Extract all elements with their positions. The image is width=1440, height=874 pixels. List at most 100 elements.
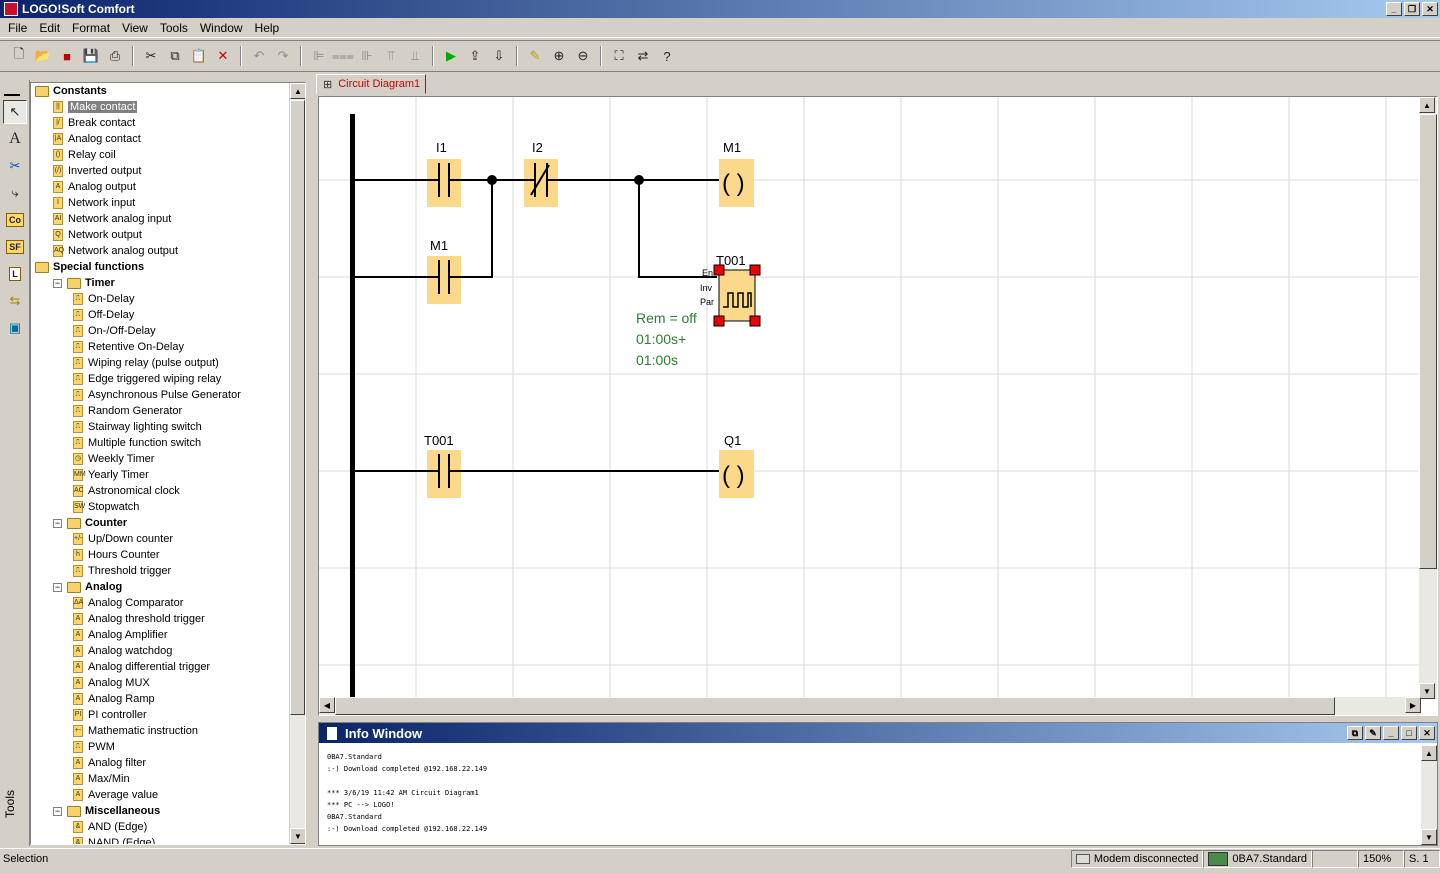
align-left-icon[interactable]: ⊫ — [308, 45, 330, 67]
open-icon[interactable]: 📂 — [32, 45, 54, 67]
close-file-icon[interactable]: ■ — [56, 45, 78, 67]
undo-icon[interactable]: ↶ — [248, 45, 270, 67]
tree-item[interactable]: ⎍ Asynchronous Pulse Generator — [31, 387, 291, 403]
print-icon[interactable]: ⎙ — [104, 45, 126, 67]
contact-t001[interactable]: T001 — [424, 433, 461, 498]
menu-edit[interactable]: Edit — [33, 21, 66, 35]
scroll-down-arrow[interactable]: ▼ — [1419, 683, 1435, 699]
scroll-thumb[interactable] — [335, 697, 1335, 715]
align-right-icon[interactable]: ⊪ — [356, 45, 378, 67]
tree-item[interactable]: ⎍ Retentive On-Delay — [31, 339, 291, 355]
tree-item[interactable]: || Make contact — [31, 99, 291, 115]
scroll-up-arrow[interactable]: ▲ — [290, 83, 305, 99]
close-button[interactable]: ✕ — [1419, 726, 1435, 740]
scroll-left-arrow[interactable]: ◀ — [319, 697, 335, 713]
save-icon[interactable]: 💾 — [80, 45, 102, 67]
circuit-diagram-canvas[interactable]: I1 I2 ( ) M1 M1 T001 En Inv Par Rem = of… — [318, 96, 1438, 716]
tree-folder[interactable]: − Miscellaneous — [31, 803, 291, 819]
tree-expander-icon[interactable]: − — [53, 806, 62, 816]
menu-window[interactable]: Window — [194, 21, 249, 35]
tree-item[interactable]: ⎍ Multiple function switch — [31, 435, 291, 451]
tree-item[interactable]: & NAND (Edge) — [31, 835, 291, 844]
tree-item[interactable]: A Max/Min — [31, 771, 291, 787]
tree-folder[interactable]: − Analog — [31, 579, 291, 595]
zoom-out-icon[interactable]: ⊖ — [572, 45, 594, 67]
info-scrollbar[interactable]: ▲ ▼ — [1421, 745, 1437, 845]
palette-minimize-button[interactable] — [4, 86, 20, 96]
selection-handle[interactable] — [713, 315, 725, 327]
diagram-vertical-scrollbar[interactable]: ▲ ▼ — [1419, 97, 1437, 699]
scroll-up-arrow[interactable]: ▲ — [1421, 745, 1437, 761]
redo-icon[interactable]: ↷ — [272, 45, 294, 67]
tree-item[interactable]: () Relay coil — [31, 147, 291, 163]
tree-item[interactable]: A Analog output — [31, 179, 291, 195]
text-tool-icon[interactable]: A — [3, 127, 27, 151]
align-center-icon[interactable]: ⩶ — [332, 45, 354, 67]
tree-item[interactable]: I Network input — [31, 195, 291, 211]
scroll-down-arrow[interactable]: ▼ — [290, 828, 305, 844]
network-tool-icon[interactable]: ▣ — [3, 316, 27, 340]
menu-file[interactable]: File — [2, 21, 33, 35]
tree-item[interactable]: ⎍ PWM — [31, 739, 291, 755]
menu-help[interactable]: Help — [249, 21, 286, 35]
menu-tools[interactable]: Tools — [154, 21, 194, 35]
scroll-up-arrow[interactable]: ▲ — [1419, 97, 1435, 113]
restore-button[interactable]: ❐ — [1404, 2, 1420, 16]
tree-item[interactable]: ΔA Analog Comparator — [31, 595, 291, 611]
tree-item[interactable]: A Analog filter — [31, 755, 291, 771]
tree-item[interactable]: ⎍ Edge triggered wiping relay — [31, 371, 291, 387]
tree-item[interactable]: ⎍ Random Generator — [31, 403, 291, 419]
tree-item[interactable]: +- Mathematic instruction — [31, 723, 291, 739]
tree-item[interactable]: ⎍ On-Delay — [31, 291, 291, 307]
tree-item[interactable]: A Average value — [31, 787, 291, 803]
tree-item[interactable]: A Analog differential trigger — [31, 659, 291, 675]
menu-view[interactable]: View — [116, 21, 154, 35]
tree-item[interactable]: ⎍ Stairway lighting switch — [31, 419, 291, 435]
tab-circuit-diagram1[interactable]: ⊞ Circuit Diagram1 — [316, 74, 426, 94]
select-tool-icon[interactable]: ↖ — [3, 100, 27, 124]
tree-item[interactable]: & AND (Edge) — [31, 819, 291, 835]
tree-item[interactable]: PI PI controller — [31, 707, 291, 723]
tree-item[interactable]: A Analog Ramp — [31, 691, 291, 707]
online-test-tool-icon[interactable]: ⇆ — [3, 289, 27, 313]
tree-item[interactable]: SW Stopwatch — [31, 499, 291, 515]
tree-folder[interactable]: − Timer — [31, 275, 291, 291]
convert-icon[interactable]: ⇄ — [632, 45, 654, 67]
copy-icon[interactable]: ⧉ — [1347, 726, 1363, 740]
transfer-logo-pc-icon[interactable]: ⇩ — [488, 45, 510, 67]
tree-item[interactable]: ⎍ Off-Delay — [31, 307, 291, 323]
logic-tool-icon[interactable]: L — [3, 262, 27, 286]
tree-item[interactable]: ◷ Weekly Timer — [31, 451, 291, 467]
help-icon[interactable]: ? — [656, 45, 678, 67]
menu-format[interactable]: Format — [66, 21, 116, 35]
minimize-button[interactable]: _ — [1386, 2, 1402, 16]
tree-folder[interactable]: − Counter — [31, 515, 291, 531]
line-tool-icon[interactable]: ⤷ — [3, 181, 27, 205]
tree-folder[interactable]: Special functions — [31, 259, 291, 275]
align-top-icon[interactable]: ⫪ — [380, 45, 402, 67]
tree-item[interactable]: AC Astronomical clock — [31, 483, 291, 499]
tree-item[interactable]: |A Analog contact — [31, 131, 291, 147]
contact-i2[interactable]: I2 — [524, 140, 558, 207]
special-functions-tool-icon[interactable]: SF — [3, 235, 27, 259]
constants-tool-icon[interactable]: Co — [3, 208, 27, 232]
timer-block-t001[interactable]: T001 En Inv Par — [700, 253, 761, 327]
contact-i1[interactable]: I1 — [427, 140, 461, 207]
tree-item[interactable]: AQ Network analog output — [31, 243, 291, 259]
tree-expander-icon[interactable]: − — [53, 582, 62, 592]
cut-icon[interactable]: ✂ — [140, 45, 162, 67]
tree-item[interactable]: |/ Break contact — [31, 115, 291, 131]
coil-m1[interactable]: ( ) M1 — [719, 140, 754, 207]
close-button[interactable]: ✕ — [1422, 2, 1438, 16]
tree-expander-icon[interactable]: − — [53, 518, 62, 528]
scroll-thumb[interactable] — [290, 100, 305, 715]
tree-item[interactable]: A Analog threshold trigger — [31, 611, 291, 627]
tree-item[interactable]: A Analog watchdog — [31, 643, 291, 659]
tree-item[interactable]: ⎍ Wiping relay (pulse output) — [31, 355, 291, 371]
tree-item[interactable]: AI Network analog input — [31, 211, 291, 227]
tree-item[interactable]: A Analog Amplifier — [31, 627, 291, 643]
tree-item[interactable]: Q Network output — [31, 227, 291, 243]
tree-item[interactable]: MM Yearly Timer — [31, 467, 291, 483]
highlight-icon[interactable]: ✎ — [524, 45, 546, 67]
tree-item[interactable]: ⎍ On-/Off-Delay — [31, 323, 291, 339]
